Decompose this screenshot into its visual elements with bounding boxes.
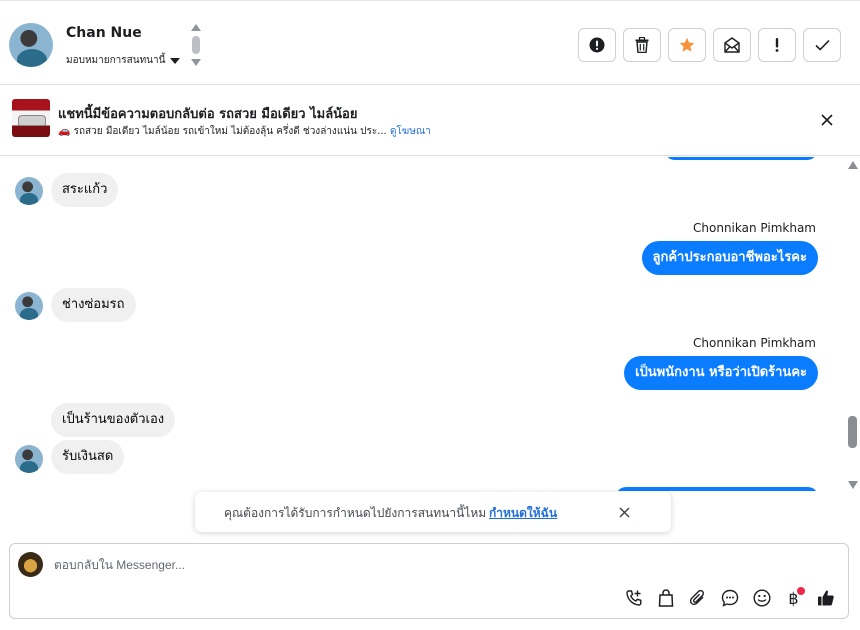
caret-down-icon bbox=[170, 57, 181, 64]
shopping-bag-icon bbox=[658, 589, 673, 607]
exclamation-icon bbox=[775, 38, 779, 52]
spam-button[interactable] bbox=[578, 28, 616, 62]
attach-button[interactable] bbox=[686, 585, 709, 611]
follow-up-button[interactable] bbox=[668, 28, 706, 62]
call-button[interactable] bbox=[622, 585, 645, 611]
composer-tools: ฿ bbox=[622, 585, 837, 611]
star-icon bbox=[679, 37, 695, 52]
important-button[interactable] bbox=[758, 28, 796, 62]
message-bubble-incoming: เป็นร้านของตัวเอง bbox=[51, 403, 176, 437]
close-icon bbox=[821, 114, 833, 126]
assign-to-me-link[interactable]: กำหนดให้ฉัน bbox=[489, 504, 557, 523]
message-thread: สระแก้ว Chonnikan Pimkham ลูกค้าประกอบอา… bbox=[0, 157, 845, 491]
scrollbar-thumb[interactable] bbox=[848, 416, 857, 448]
paperclip-icon bbox=[689, 589, 704, 606]
notification-dot bbox=[797, 587, 805, 595]
header-actions bbox=[578, 28, 841, 62]
message-composer: ฿ bbox=[9, 543, 849, 619]
close-icon bbox=[618, 506, 630, 518]
assign-toast: คุณต้องการได้รับการกำหนดไปยังการสนทนานี้… bbox=[195, 492, 671, 532]
like-button[interactable] bbox=[814, 585, 837, 611]
toast-close-button[interactable] bbox=[615, 503, 633, 521]
ad-thumbnail[interactable] bbox=[12, 99, 50, 137]
contact-avatar[interactable] bbox=[9, 23, 53, 67]
page-avatar bbox=[18, 552, 43, 577]
chat-bubble-icon bbox=[721, 589, 738, 607]
scroll-down-icon[interactable] bbox=[848, 481, 858, 489]
view-ad-link[interactable]: ดูโฆษณา bbox=[390, 126, 431, 137]
done-button[interactable] bbox=[803, 28, 841, 62]
thread-scrollbar[interactable] bbox=[845, 157, 860, 491]
message-bubble-outgoing bbox=[616, 487, 818, 491]
trash-icon bbox=[635, 37, 649, 53]
emoji-button[interactable] bbox=[750, 585, 773, 611]
message-bubble-outgoing: ลูกค้าประกอบอาชีพอะไรคะ bbox=[641, 241, 818, 275]
pager-handle bbox=[192, 36, 200, 54]
phone-add-icon bbox=[625, 590, 641, 606]
saved-replies-button[interactable] bbox=[718, 585, 741, 611]
banner-description: 🚗 รถสวย มือเดียว ไมล์น้อย รถเข้าใหม่ ไม่… bbox=[58, 126, 387, 137]
emoji-icon bbox=[752, 589, 771, 607]
banner-subtitle: 🚗 รถสวย มือเดียว ไมล์น้อย รถเข้าใหม่ ไม่… bbox=[58, 124, 431, 139]
assign-dropdown[interactable]: มอบหมายการสนทนานี้ bbox=[66, 53, 181, 68]
arrow-up-icon[interactable] bbox=[191, 24, 201, 31]
ad-reply-banner: แชทนี้มีข้อความตอบกลับต่อ รถสวย มือเดียว… bbox=[0, 86, 860, 156]
banner-title: แชทนี้มีข้อความตอบกลับต่อ รถสวย มือเดียว… bbox=[58, 107, 358, 122]
message-bubble-incoming: สระแก้ว bbox=[51, 173, 119, 207]
reply-input[interactable] bbox=[54, 558, 614, 572]
thumbs-up-icon bbox=[817, 590, 834, 606]
mark-unread-icon bbox=[724, 37, 740, 53]
conversation-header: Chan Nue มอบหมายการสนทนานี้ bbox=[0, 0, 860, 85]
sender-name: Chonnikan Pimkham bbox=[693, 336, 816, 350]
message-bubble-outgoing bbox=[665, 157, 817, 160]
contact-name[interactable]: Chan Nue bbox=[66, 25, 142, 41]
payment-button[interactable]: ฿ bbox=[782, 585, 805, 611]
check-icon bbox=[814, 39, 830, 51]
contact-avatar bbox=[15, 292, 43, 320]
arrow-down-icon[interactable] bbox=[191, 59, 201, 66]
alert-circle-icon bbox=[589, 37, 605, 53]
shop-button[interactable] bbox=[654, 585, 677, 611]
delete-button[interactable] bbox=[623, 28, 661, 62]
contact-avatar bbox=[15, 177, 43, 205]
scroll-up-icon[interactable] bbox=[848, 161, 858, 169]
contact-avatar bbox=[15, 445, 43, 473]
conversation-pager[interactable] bbox=[190, 24, 202, 68]
message-bubble-incoming: ช่างซ่อมรถ bbox=[51, 288, 136, 322]
toast-message: คุณต้องการได้รับการกำหนดไปยังการสนทนานี้… bbox=[224, 506, 487, 520]
message-bubble-outgoing: เป็นพนักงาน หรือว่าเปิดร้านคะ bbox=[624, 356, 818, 390]
mark-unread-button[interactable] bbox=[713, 28, 751, 62]
banner-close-button[interactable] bbox=[817, 110, 837, 130]
sender-name: Chonnikan Pimkham bbox=[693, 221, 816, 235]
message-bubble-incoming: รับเงินสด bbox=[51, 440, 125, 474]
assign-label: มอบหมายการสนทนานี้ bbox=[66, 55, 166, 66]
